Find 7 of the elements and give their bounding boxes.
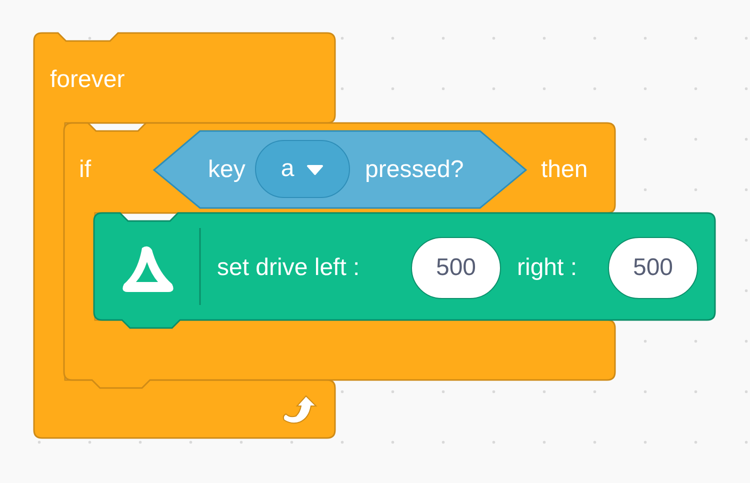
key-label: key (208, 156, 246, 184)
right-label: right : (517, 254, 578, 282)
pressed-label: pressed? (365, 156, 464, 184)
if-label: if (79, 156, 91, 184)
drive-left-label: set drive left : (217, 254, 360, 282)
forever-label: forever (50, 66, 125, 94)
then-label: then (541, 156, 588, 184)
